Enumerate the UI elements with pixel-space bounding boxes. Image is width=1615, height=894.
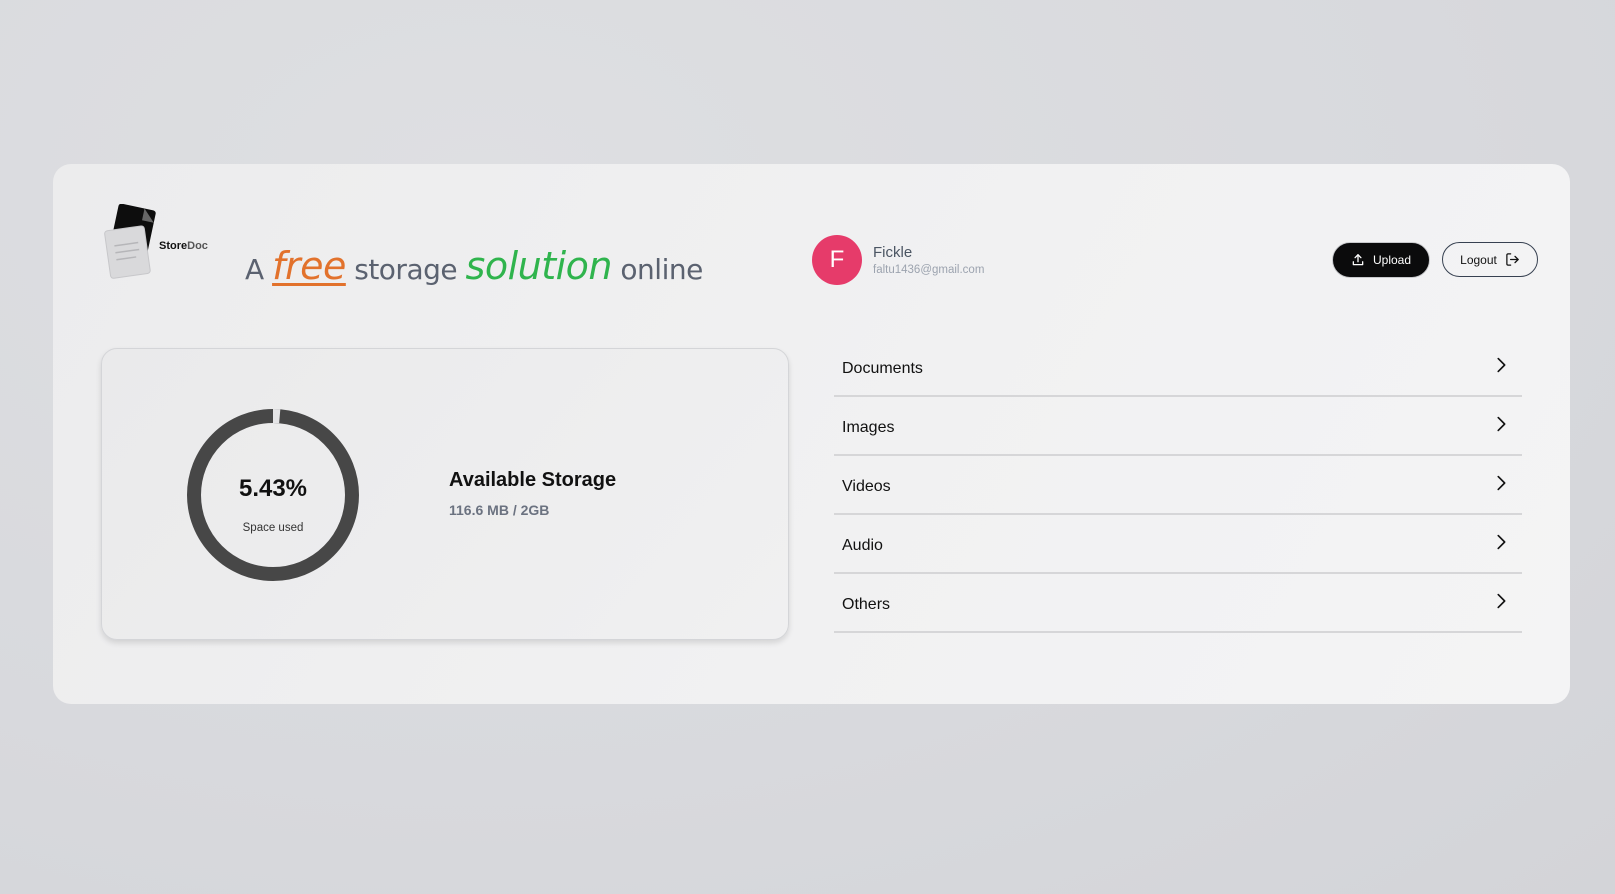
- avatar[interactable]: F: [812, 235, 862, 285]
- tagline-free: free: [272, 244, 346, 288]
- category-images[interactable]: Images: [834, 397, 1522, 456]
- upload-button[interactable]: Upload: [1333, 243, 1429, 277]
- chevron-right-icon: [1497, 357, 1506, 373]
- category-videos[interactable]: Videos: [834, 456, 1522, 515]
- chevron-right-icon: [1497, 593, 1506, 609]
- upload-label: Upload: [1372, 253, 1412, 267]
- category-documents[interactable]: Documents: [834, 338, 1522, 397]
- user-name: Fickle: [873, 244, 913, 261]
- logout-label: Logout: [1460, 252, 1497, 267]
- tagline: A free storage solution online: [245, 244, 703, 288]
- storage-percent: 5.43%: [238, 475, 308, 502]
- user-email: faltu1436@gmail.com: [873, 264, 985, 276]
- category-label: Others: [842, 595, 891, 613]
- storage-usage: 116.6 MB / 2GB: [449, 502, 550, 518]
- brand-name-part2: Doc: [187, 240, 208, 252]
- category-label: Images: [842, 418, 895, 436]
- storage-card: 5.43% Space used Available Storage 116.6…: [101, 348, 789, 640]
- logout-button[interactable]: Logout: [1442, 242, 1538, 277]
- tagline-a: A: [245, 253, 264, 286]
- category-list: Documents Images Videos Audio Others: [834, 338, 1522, 633]
- category-label: Documents: [842, 359, 923, 377]
- chevron-right-icon: [1497, 534, 1506, 550]
- tagline-online: online: [620, 253, 703, 286]
- category-audio[interactable]: Audio: [834, 515, 1522, 574]
- category-others[interactable]: Others: [834, 574, 1522, 633]
- chevron-right-icon: [1497, 416, 1506, 432]
- tagline-storage: storage: [354, 253, 458, 286]
- storage-caption: Space used: [242, 522, 304, 534]
- main-card: StoreDoc A free storage solution online …: [53, 164, 1570, 704]
- tagline-solution: solution: [465, 244, 613, 288]
- storage-title: Available Storage: [449, 469, 617, 491]
- brand-name-part1: Store: [159, 240, 188, 252]
- logout-icon: [1506, 253, 1519, 266]
- upload-icon: [1352, 254, 1364, 266]
- category-label: Audio: [842, 536, 883, 554]
- brand-name: StoreDoc: [159, 240, 208, 252]
- chevron-right-icon: [1497, 475, 1506, 491]
- category-label: Videos: [842, 477, 891, 495]
